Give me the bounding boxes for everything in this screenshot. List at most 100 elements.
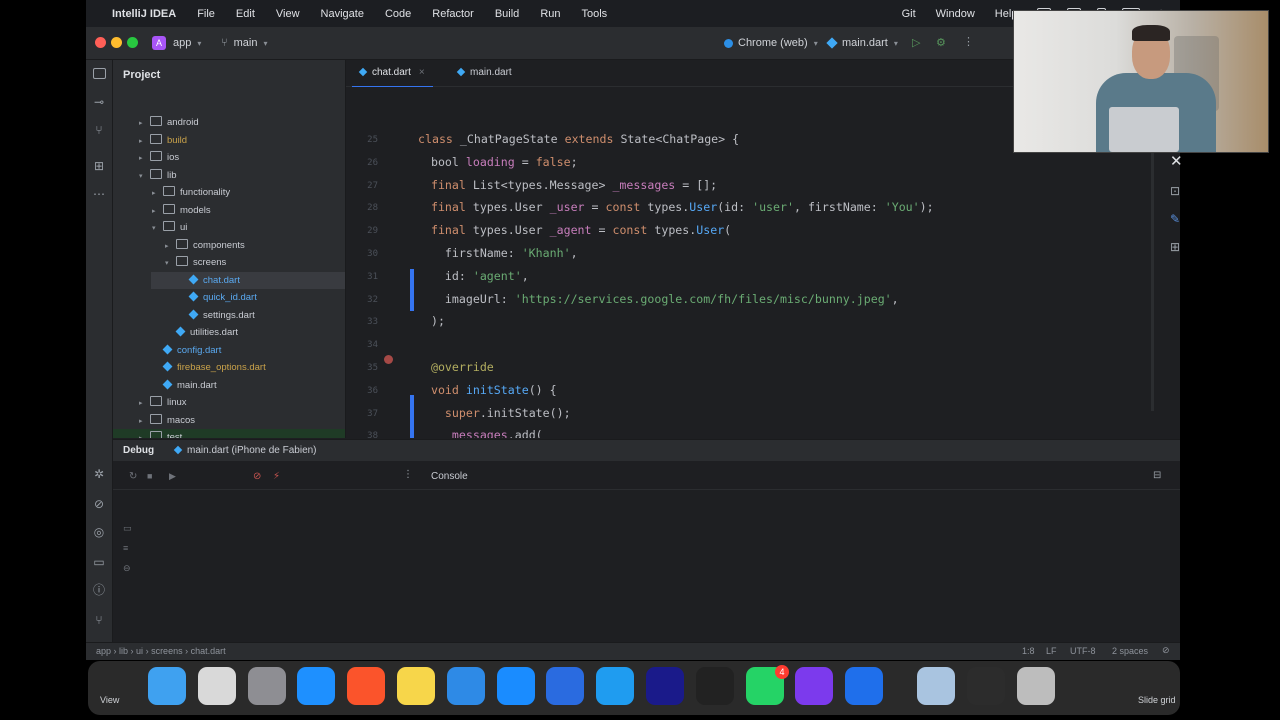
branch-selector[interactable]: ⑂ main ▾ [221, 34, 267, 52]
brave-icon[interactable] [347, 667, 386, 705]
line-separator[interactable]: LF [1046, 646, 1057, 656]
xcode-icon[interactable] [446, 667, 485, 705]
menu-item-tools[interactable]: Tools [582, 8, 608, 20]
settings-icon[interactable] [247, 667, 286, 705]
tree-item[interactable]: ▸ linux [113, 394, 345, 412]
project-tool-icon[interactable] [93, 68, 106, 79]
stop-icon[interactable]: ■ [147, 471, 152, 481]
menu-item-view[interactable]: View [276, 8, 300, 20]
chevron-right-icon[interactable]: ▸ [139, 395, 147, 412]
debug-more-icon[interactable]: ⋮ [403, 469, 413, 480]
dock-slide-grid-label[interactable]: Slide grid [1138, 695, 1176, 705]
vscode-icon[interactable] [596, 667, 635, 705]
chevron-down-icon[interactable]: ▾ [165, 255, 173, 272]
breadcrumb-item[interactable]: app [96, 646, 111, 656]
tree-item[interactable]: ▸ test [113, 429, 345, 438]
appstore-icon[interactable] [496, 667, 535, 705]
trash-icon[interactable] [1016, 667, 1055, 705]
testflight-icon[interactable] [546, 667, 585, 705]
menu-item-run[interactable]: Run [540, 8, 560, 20]
tree-item[interactable]: ▸ android [113, 114, 345, 132]
run-config-selector[interactable]: main.dart ▾ [826, 34, 898, 52]
readonly-lock-icon[interactable]: ⊘ [1162, 645, 1170, 656]
screenshot-icon[interactable] [966, 667, 1005, 705]
close-icon[interactable]: ✕ [1170, 152, 1183, 170]
layout-icon[interactable]: ⊟ [1153, 470, 1161, 481]
services-icon[interactable]: ⊘ [93, 498, 105, 510]
tree-item[interactable]: ▸ components [113, 237, 345, 255]
notes-icon[interactable] [397, 667, 435, 705]
tree-item[interactable]: ▸ functionality [113, 184, 345, 202]
chevron-right-icon[interactable]: ▸ [152, 203, 160, 220]
launchpad-icon[interactable] [197, 667, 236, 705]
menu-item-git[interactable]: Git [902, 8, 916, 20]
tree-item[interactable]: settings.dart [113, 307, 345, 324]
chevron-down-icon[interactable]: ▾ [139, 168, 147, 185]
problems-icon[interactable]: ⓘ [93, 584, 105, 596]
minimize-window-button[interactable] [111, 37, 122, 48]
safari-icon[interactable] [297, 667, 336, 705]
git-tool-icon[interactable]: ⑂ [93, 614, 105, 626]
debug-icon[interactable]: ⚙ [936, 36, 946, 49]
pull-requests-icon[interactable]: ⑂ [93, 124, 105, 136]
dock-view-label[interactable]: View [100, 695, 119, 705]
breadcrumb-item[interactable]: lib [119, 646, 128, 656]
indent-setting[interactable]: 2 spaces [1112, 646, 1148, 656]
breadcrumb-item[interactable]: chat.dart [191, 646, 226, 656]
menu-item-edit[interactable]: Edit [236, 8, 255, 20]
chevron-right-icon[interactable]: ▸ [139, 430, 147, 438]
device-manager-icon[interactable]: ⊞ [1170, 240, 1180, 254]
chevron-right-icon[interactable]: ▸ [139, 115, 147, 132]
console-side-icon[interactable]: ▭ [123, 523, 132, 534]
close-icon[interactable]: × [419, 67, 425, 78]
breadcrumb-item[interactable]: ui [136, 646, 143, 656]
chevron-right-icon[interactable]: ▸ [139, 150, 147, 167]
tree-item[interactable]: ▸ build [113, 132, 345, 149]
mute-breakpoints-icon[interactable]: ⊘ [253, 471, 261, 482]
rerun-icon[interactable]: ↻ [129, 471, 137, 482]
structure-icon[interactable]: ⊞ [93, 160, 105, 172]
obsidian-icon[interactable] [795, 667, 834, 705]
tree-item[interactable]: utilities.dart [113, 324, 345, 341]
chevron-down-icon[interactable]: ▾ [152, 220, 160, 237]
debug-session-tab[interactable]: main.dart (iPhone de Fabien) [173, 445, 317, 456]
tree-item[interactable]: ▾ lib [113, 167, 345, 185]
chevron-right-icon[interactable]: ▸ [165, 238, 173, 255]
zoom-window-button[interactable] [127, 37, 138, 48]
tree-item[interactable]: ▾ screens [113, 254, 345, 272]
commit-icon[interactable]: ⊸ [93, 96, 105, 108]
tree-item[interactable]: ▾ ui [113, 219, 345, 237]
console-side-icon[interactable]: ≡ [123, 543, 128, 553]
menu-app-name[interactable]: IntelliJ IDEA [112, 8, 176, 20]
menu-item-code[interactable]: Code [385, 8, 411, 20]
menu-item-file[interactable]: File [197, 8, 215, 20]
debug-tool-icon[interactable]: ✲ [93, 468, 105, 480]
menu-item-navigate[interactable]: Navigate [321, 8, 364, 20]
console-side-icon[interactable]: ⊖ [123, 563, 131, 574]
tab-main-dart[interactable]: main.dart [450, 60, 520, 86]
run-tool-icon[interactable]: ◎ [93, 526, 105, 538]
tree-item[interactable]: chat.dart [113, 272, 345, 289]
close-window-button[interactable] [95, 37, 106, 48]
tree-item[interactable]: quick_id.dart [113, 289, 345, 306]
tab-chat-dart[interactable]: chat.dart × [352, 60, 433, 88]
more-tools-icon[interactable]: ⋯ [93, 188, 105, 200]
preview-icon[interactable] [917, 667, 955, 705]
project-selector[interactable]: A app ▾ [152, 34, 201, 52]
intellij-icon[interactable] [646, 667, 684, 705]
terminal-icon[interactable] [695, 667, 734, 705]
breadcrumb-item[interactable]: screens [151, 646, 183, 656]
chevron-right-icon[interactable]: ▸ [152, 185, 160, 202]
pen-icon[interactable]: ✎ [1170, 212, 1180, 226]
console-tab[interactable]: Console [431, 471, 468, 482]
file-encoding[interactable]: UTF-8 [1070, 646, 1096, 656]
more-icon[interactable]: ⋮ [963, 35, 974, 48]
run-icon[interactable]: ▷ [912, 36, 920, 49]
menu-item-window[interactable]: Window [936, 8, 975, 20]
notifications-icon[interactable]: ⊡ [1170, 184, 1180, 198]
hot-reload-icon[interactable]: ⚡ [273, 471, 280, 482]
finder-icon[interactable] [148, 667, 186, 705]
override-gutter-icon[interactable] [384, 355, 393, 364]
chevron-right-icon[interactable]: ▸ [139, 413, 147, 430]
terminal-tool-icon[interactable]: ▭ [93, 556, 105, 568]
